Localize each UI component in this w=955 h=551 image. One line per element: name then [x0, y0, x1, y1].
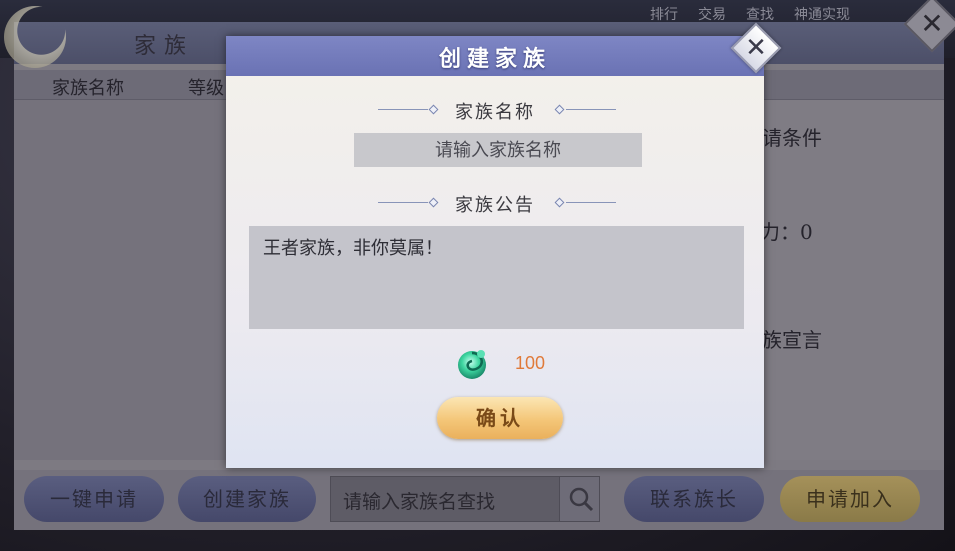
search-button[interactable]	[559, 477, 599, 521]
top-link-search[interactable]: 查找	[746, 4, 774, 24]
top-links: 排行 交易 查找 神通实现	[650, 4, 850, 24]
jade-token-icon	[458, 350, 486, 379]
family-name-section-title: 家族名称	[455, 102, 535, 123]
column-family-name: 家族名称	[52, 78, 124, 99]
moon-emblem-icon	[4, 6, 66, 68]
search-icon	[569, 487, 594, 512]
search-placeholder: 请输入家族名查找	[343, 491, 496, 513]
divider-line	[566, 109, 616, 110]
family-notice-section-title: 家族公告	[455, 195, 535, 216]
family-name-input[interactable]	[354, 133, 642, 167]
top-link-skills[interactable]: 神通实现	[794, 4, 850, 24]
cost-amount: 100	[515, 353, 546, 373]
confirm-button[interactable]: 确认	[437, 397, 563, 439]
declaration-label: 族宣言	[762, 328, 822, 352]
top-link-rank[interactable]: 排行	[650, 4, 678, 24]
apply-join-button[interactable]: 申请加入	[780, 476, 920, 522]
divider-line	[566, 202, 616, 203]
apply-condition-label: 请条件	[762, 126, 822, 150]
close-icon: ✕	[920, 6, 944, 40]
column-level: 等级	[188, 78, 224, 99]
family-detail-panel	[760, 100, 944, 460]
close-icon: ✕	[745, 33, 767, 63]
family-panel-title: 家族	[134, 34, 195, 59]
family-notice-input[interactable]: 王者家族，非你莫属！	[249, 226, 744, 329]
power-label: 力：0	[760, 220, 813, 244]
top-link-trade[interactable]: 交易	[698, 4, 726, 24]
contact-leader-button[interactable]: 联系族长	[624, 476, 764, 522]
one-click-apply-button[interactable]: 一键申请	[24, 476, 164, 522]
family-search-input[interactable]: 请输入家族名查找	[330, 476, 600, 522]
dialog-title: 创建家族	[438, 46, 551, 72]
create-family-button[interactable]: 创建家族	[178, 476, 316, 522]
